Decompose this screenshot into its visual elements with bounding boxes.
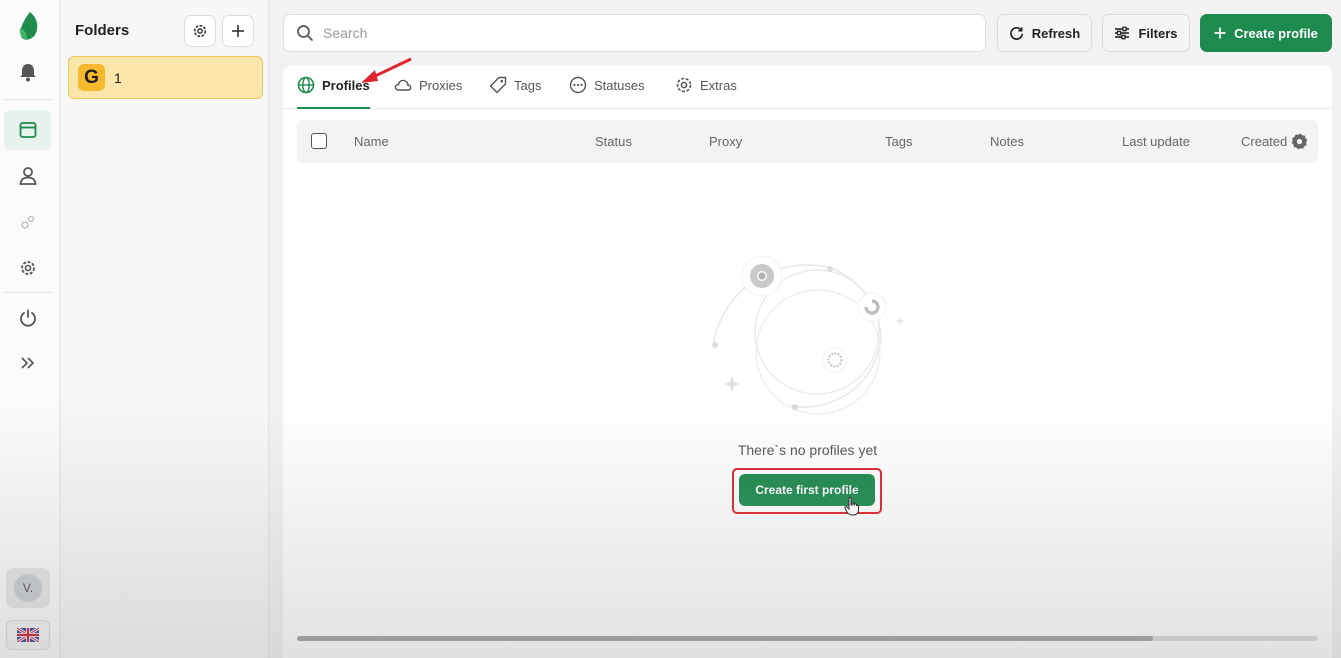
plus-icon xyxy=(232,25,244,37)
tab-statuses[interactable]: Statuses xyxy=(569,76,645,109)
profiles-nav-button[interactable] xyxy=(4,110,51,150)
rail-divider xyxy=(4,292,52,293)
filters-label: Filters xyxy=(1138,25,1178,41)
avatar: V. xyxy=(14,574,42,602)
uk-flag-icon xyxy=(17,628,39,642)
app-logo[interactable] xyxy=(4,6,51,46)
empty-state-illustration xyxy=(712,256,905,415)
refresh-label: Refresh xyxy=(1031,25,1081,41)
plus-icon xyxy=(1214,27,1226,39)
column-header-name[interactable]: Name xyxy=(354,134,389,149)
tab-extras[interactable]: Extras xyxy=(675,76,737,109)
folders-title: Folders xyxy=(75,22,130,39)
column-settings-icon[interactable] xyxy=(1290,132,1309,151)
column-header-tags[interactable]: Tags xyxy=(885,134,912,149)
gear-icon xyxy=(20,261,35,275)
column-header-last-update[interactable]: Last update xyxy=(1122,134,1190,149)
hand-cursor-icon xyxy=(844,496,859,516)
gears-icon xyxy=(20,215,34,229)
browser-window-icon xyxy=(19,122,36,138)
folder-settings-button[interactable] xyxy=(184,15,216,47)
sliders-icon xyxy=(1115,26,1130,40)
folder-item[interactable]: G 1 xyxy=(68,56,263,99)
folders-panel: Folders G 1 xyxy=(61,0,269,658)
user-menu[interactable]: V. xyxy=(6,568,50,608)
double-chevron-right-icon xyxy=(20,357,34,369)
add-folder-button[interactable] xyxy=(222,15,254,47)
annotation-arrow-icon xyxy=(361,57,412,83)
horizontal-scrollbar[interactable] xyxy=(297,636,1318,641)
leaf-logo-icon xyxy=(19,12,37,40)
main-panel: Profiles Proxies Tags Statuses Extras Na… xyxy=(283,57,1332,658)
user-icon xyxy=(19,167,36,185)
language-switcher[interactable] xyxy=(6,620,50,650)
select-all-checkbox[interactable] xyxy=(311,133,327,149)
column-header-proxy[interactable]: Proxy xyxy=(709,134,742,149)
create-profile-button[interactable]: Create profile xyxy=(1200,14,1332,52)
empty-state-message: There`s no profiles yet xyxy=(737,442,878,458)
refresh-icon xyxy=(1009,26,1023,40)
tab-label: Statuses xyxy=(594,78,645,93)
team-nav-button[interactable] xyxy=(4,156,51,196)
column-header-notes[interactable]: Notes xyxy=(990,134,1024,149)
refresh-button[interactable]: Refresh xyxy=(997,14,1092,52)
status-circle-icon xyxy=(569,76,587,94)
search-bar[interactable] xyxy=(283,14,986,52)
notifications-button[interactable] xyxy=(4,52,51,92)
create-profile-label: Create profile xyxy=(1234,25,1318,41)
search-icon xyxy=(297,25,313,41)
expand-sidebar-button[interactable] xyxy=(4,343,51,383)
rail-divider xyxy=(4,99,52,100)
globe-icon xyxy=(297,76,315,94)
tab-bar: Profiles Proxies Tags Statuses Extras xyxy=(283,66,1332,109)
filters-button[interactable]: Filters xyxy=(1102,14,1190,52)
logout-button[interactable] xyxy=(4,298,51,338)
settings-nav-button[interactable] xyxy=(4,248,51,288)
gear-icon xyxy=(193,24,207,38)
automation-nav-button[interactable] xyxy=(4,202,51,242)
search-input[interactable] xyxy=(323,25,923,41)
column-header-status[interactable]: Status xyxy=(595,134,632,149)
power-icon xyxy=(19,309,36,327)
tab-label: Proxies xyxy=(419,78,463,93)
tab-label: Extras xyxy=(700,78,737,93)
folder-logo: G xyxy=(78,64,105,91)
tab-tags[interactable]: Tags xyxy=(489,76,541,109)
table-header: Name Status Proxy Tags Notes Last update… xyxy=(297,120,1318,163)
gear-icon xyxy=(676,77,692,93)
tag-icon xyxy=(489,76,507,94)
column-header-created[interactable]: Created xyxy=(1241,134,1287,149)
bell-icon xyxy=(19,64,36,82)
tab-label: Tags xyxy=(514,78,542,93)
sidebar-rail: V. xyxy=(0,0,60,658)
scrollbar-thumb[interactable] xyxy=(297,636,1153,641)
folder-name: 1 xyxy=(114,69,122,86)
